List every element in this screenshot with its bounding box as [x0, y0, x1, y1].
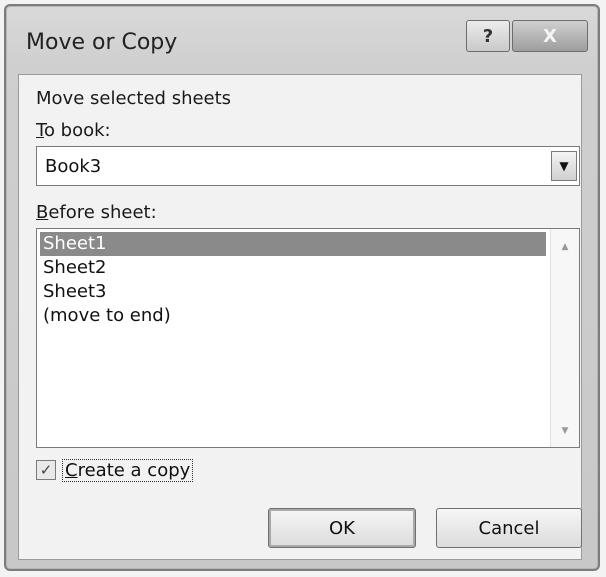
ok-button[interactable]: OK — [268, 508, 416, 548]
listbox-scrollbar[interactable]: ▲ ▼ — [550, 229, 579, 447]
to-book-mnemonic: T — [36, 120, 44, 141]
create-copy-label-text: reate a copy — [77, 459, 191, 481]
close-icon: X — [543, 25, 557, 47]
cancel-button[interactable]: Cancel — [436, 508, 582, 548]
sheet-list-item[interactable]: (move to end) — [40, 304, 546, 328]
sheet-list-item[interactable]: Sheet2 — [40, 256, 546, 280]
move-selected-label: Move selected sheets — [36, 88, 232, 109]
to-book-value: Book3 — [45, 156, 102, 177]
scroll-up-icon[interactable]: ▲ — [551, 235, 579, 259]
to-book-dropdown-button[interactable]: ▼ — [551, 151, 577, 181]
question-mark-icon: ? — [482, 25, 494, 47]
help-button[interactable]: ? — [466, 20, 510, 52]
to-book-label: To book: — [36, 120, 111, 141]
checkmark-icon: ✓ — [39, 461, 53, 479]
create-copy-mnemonic: C — [65, 459, 78, 481]
create-copy-checkbox[interactable]: ✓ — [36, 460, 56, 480]
before-sheet-label-text: efore sheet: — [48, 202, 157, 223]
title-bar[interactable]: Move or Copy ? X — [6, 6, 598, 78]
chevron-down-icon: ▼ — [559, 159, 569, 173]
sheet-list: Sheet1 Sheet2 Sheet3 (move to end) — [40, 232, 546, 328]
before-sheet-listbox[interactable]: Sheet1 Sheet2 Sheet3 (move to end) ▲ ▼ — [36, 228, 580, 448]
create-copy-option[interactable]: ✓ Create a copy — [36, 456, 194, 484]
cancel-button-label: Cancel — [478, 517, 540, 539]
to-book-label-text: o book: — [43, 120, 111, 141]
ok-button-label: OK — [329, 517, 355, 539]
close-button[interactable]: X — [512, 20, 588, 52]
to-book-dropdown[interactable]: Book3 ▼ — [36, 146, 580, 186]
sheet-list-item[interactable]: Sheet1 — [40, 232, 546, 256]
scroll-down-icon[interactable]: ▼ — [551, 419, 579, 443]
before-sheet-label: Before sheet: — [36, 202, 157, 223]
before-sheet-mnemonic: B — [36, 202, 49, 223]
create-copy-label[interactable]: Create a copy — [62, 458, 194, 482]
dialog-title: Move or Copy — [26, 30, 178, 55]
sheet-list-item[interactable]: Sheet3 — [40, 280, 546, 304]
